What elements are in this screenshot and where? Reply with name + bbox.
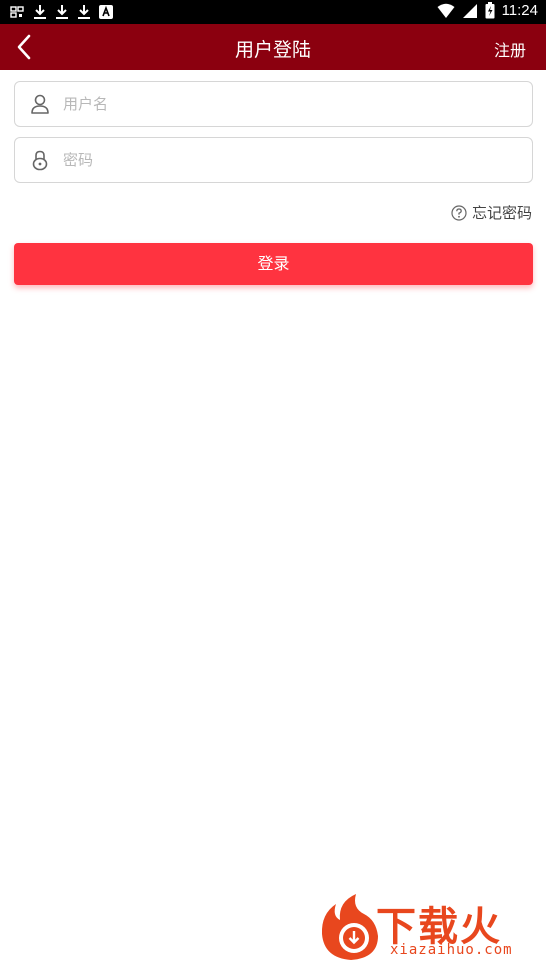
username-field[interactable] (14, 81, 533, 127)
download-icon (56, 5, 68, 19)
register-link[interactable]: 注册 (494, 37, 526, 61)
a-icon (99, 5, 113, 19)
watermark: 下载火 xiazaihuo.com (316, 892, 538, 964)
signal-icon (462, 3, 477, 18)
password-field[interactable] (14, 137, 533, 183)
username-input[interactable] (63, 90, 513, 118)
watermark-domain: xiazaihuo.com (390, 942, 513, 958)
wifi-icon (437, 3, 455, 18)
qr-icon (10, 6, 24, 18)
download-icon (78, 5, 90, 19)
notification-icons (10, 4, 114, 20)
user-icon (31, 94, 49, 114)
question-icon (451, 204, 467, 221)
app-bar: 用户登陆 注册 (0, 24, 546, 70)
login-button[interactable]: 登录 (14, 243, 533, 285)
forgot-password-label: 忘记密码 (471, 204, 532, 222)
page-title: 用户登陆 (234, 39, 311, 61)
battery-icon (485, 2, 495, 19)
system-indicators: 11:24 (437, 2, 538, 19)
lock-icon (32, 150, 48, 171)
forgot-password-link[interactable]: 忘记密码 (451, 202, 532, 223)
password-input[interactable] (63, 146, 513, 174)
clock: 11:24 (501, 2, 538, 19)
status-bar: 11:24 (0, 0, 546, 24)
back-button[interactable] (10, 32, 40, 62)
download-icon (34, 5, 46, 19)
